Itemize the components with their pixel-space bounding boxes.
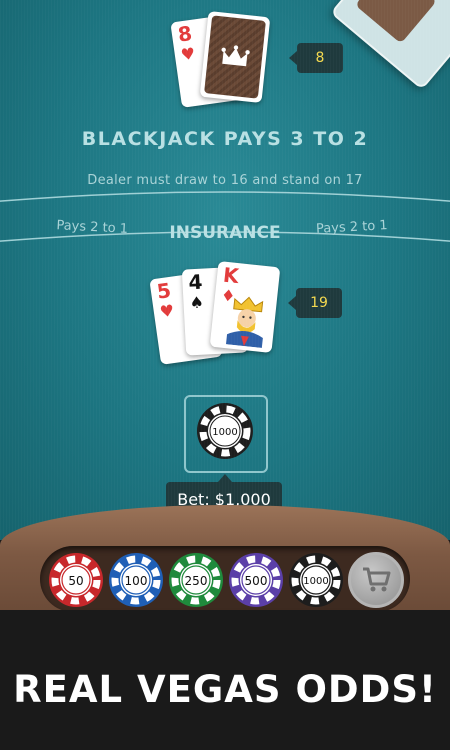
king-face-icon — [226, 296, 264, 348]
player-card-rank: K — [222, 262, 240, 289]
dealer-score-badge: 8 — [289, 43, 343, 73]
bet-chip-value: 1000 — [212, 427, 237, 438]
player-card-suit: ♥ — [158, 300, 176, 322]
chip-value: 1000 — [303, 576, 328, 587]
bet-chip[interactable]: 1000 — [196, 402, 254, 460]
player-card-suit: ♠ — [189, 292, 205, 313]
chip-value: 100 — [125, 574, 148, 588]
card-shoe — [330, 0, 450, 91]
crown-icon — [221, 45, 250, 67]
dealer-score: 8 — [315, 50, 325, 66]
chip-value: 250 — [185, 574, 208, 588]
chip-value: 50 — [68, 574, 83, 588]
cart-icon — [363, 567, 391, 592]
chip-50[interactable]: 50 — [48, 552, 104, 608]
player-card: K ♦ — [209, 260, 281, 354]
chip-500[interactable]: 500 — [228, 552, 284, 608]
insurance-label: INSURANCE — [169, 223, 280, 243]
chip-100[interactable]: 100 — [108, 552, 164, 608]
player-card-rank: 4 — [187, 269, 203, 295]
blackjack-table: 8 ♥ 8 BLACKJACK PAYS 3 TO 2 Dealer must … — [0, 0, 450, 540]
player-score: 19 — [310, 295, 328, 311]
chip-1000[interactable]: 1000 — [288, 552, 344, 608]
table-title: BLACKJACK PAYS 3 TO 2 — [81, 128, 369, 150]
promo-banner-text: REAL VEGAS ODDS! — [13, 668, 437, 711]
dealer-hidden-card — [199, 10, 271, 104]
shop-button[interactable] — [348, 552, 404, 608]
dealer-card-rank: 8 — [176, 20, 194, 47]
insurance-arc: Pays 2 to 1 INSURANCE Pays 2 to 1 — [0, 191, 450, 243]
chip-250[interactable]: 250 — [168, 552, 224, 608]
player-score-badge: 19 — [288, 288, 342, 318]
insurance-right-label: Pays 2 to 1 — [316, 218, 388, 237]
dealer-card-suit: ♥ — [179, 43, 197, 65]
dealer-rule: Dealer must draw to 16 and stand on 17 — [87, 173, 363, 188]
insurance-left-label: Pays 2 to 1 — [56, 218, 128, 237]
player-card-rank: 5 — [155, 277, 173, 304]
chip-value: 500 — [245, 574, 268, 588]
